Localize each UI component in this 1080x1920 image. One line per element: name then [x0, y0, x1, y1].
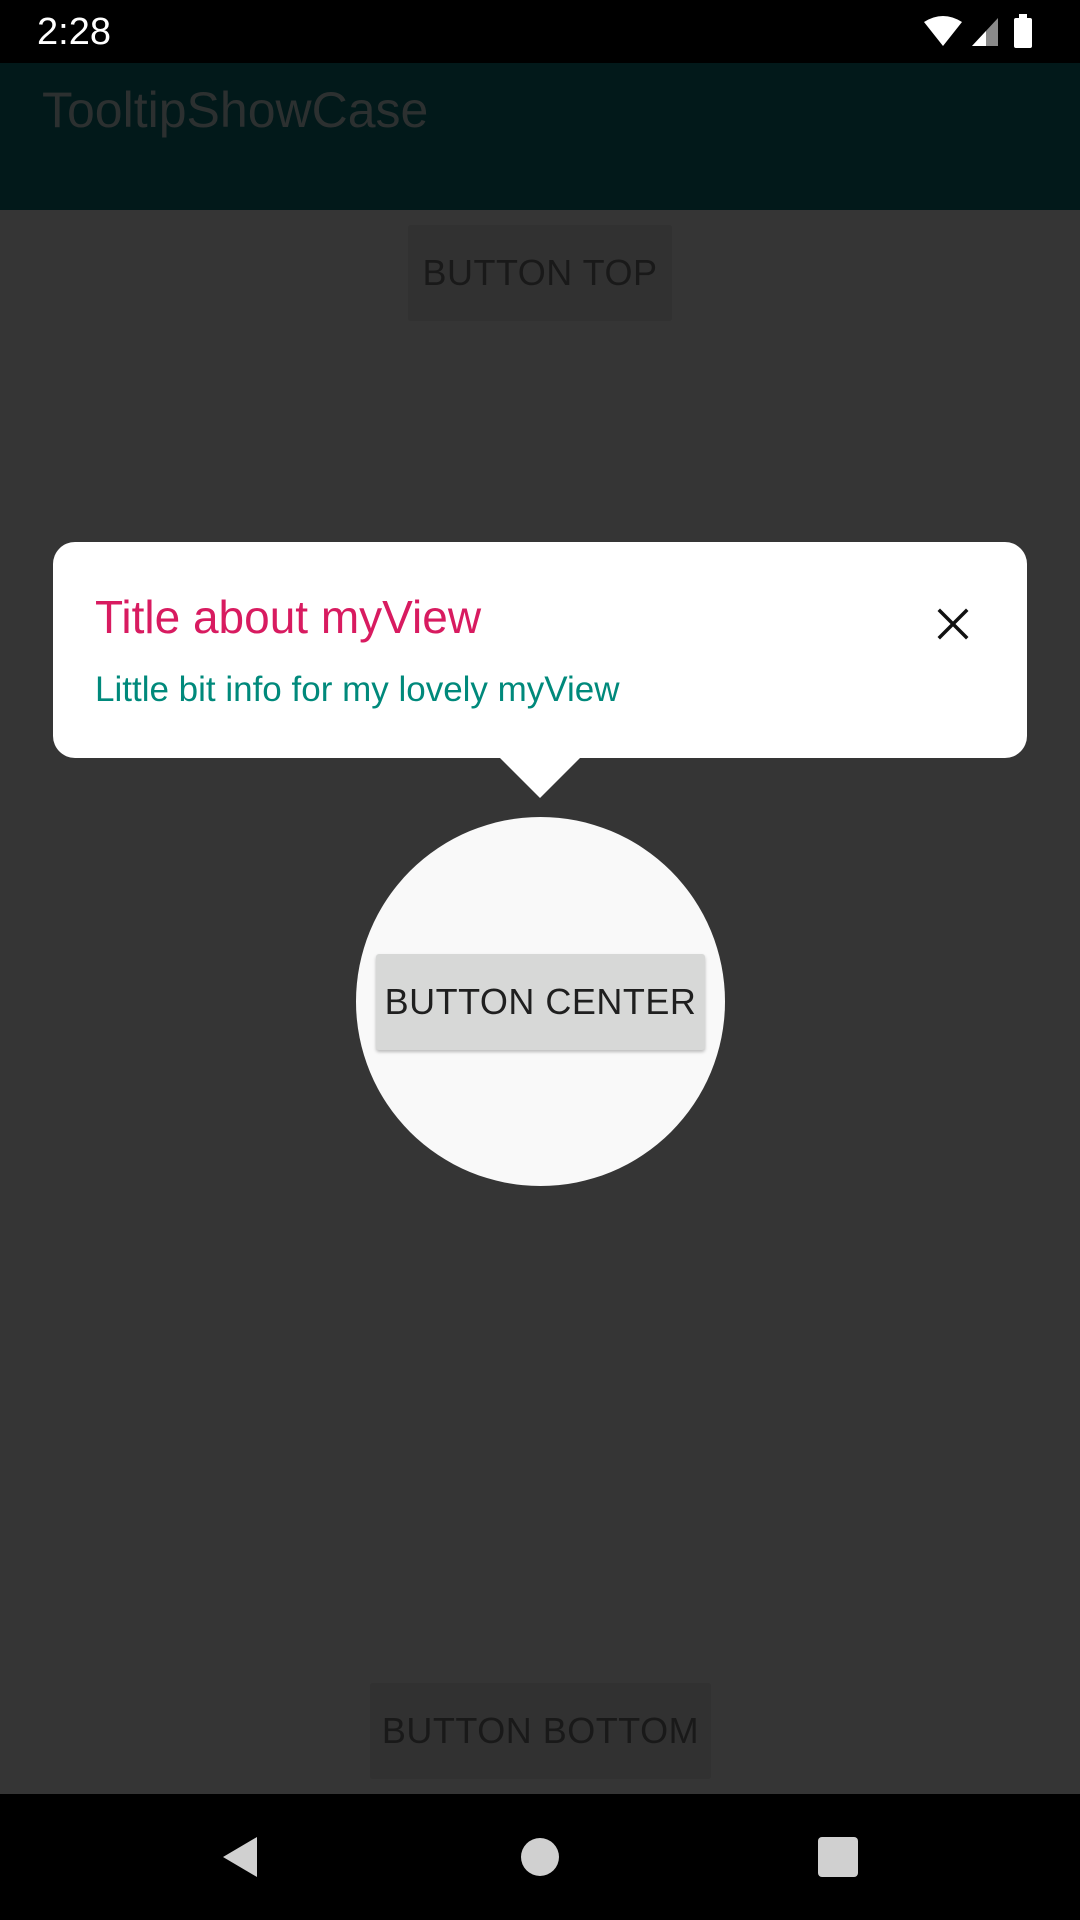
- nav-home-button[interactable]: [505, 1822, 575, 1892]
- status-time: 2:28: [37, 11, 111, 53]
- button-top[interactable]: BUTTON TOP: [408, 225, 672, 321]
- button-bottom[interactable]: BUTTON BOTTOM: [370, 1683, 711, 1779]
- nav-recents-button[interactable]: [803, 1822, 873, 1892]
- tooltip-close-button[interactable]: [923, 594, 983, 654]
- app-title: TooltipShowCase: [42, 82, 429, 138]
- nav-bar: [0, 1794, 1080, 1920]
- cell-signal-icon: [972, 18, 998, 46]
- status-icons: [924, 14, 1044, 50]
- tooltip-title: Title about myView: [95, 591, 482, 643]
- recents-icon: [818, 1837, 858, 1877]
- tooltip-card: Title about myView Little bit info for m…: [53, 542, 1027, 758]
- button-center[interactable]: BUTTON CENTER: [376, 954, 705, 1050]
- wifi-icon: [924, 16, 962, 46]
- battery-icon: [1014, 14, 1032, 48]
- back-icon: [223, 1837, 257, 1877]
- tooltip-arrow: [500, 758, 580, 798]
- status-bar: 2:28: [0, 0, 1080, 63]
- home-icon: [521, 1838, 559, 1876]
- tooltip-body: Little bit info for my lovely myView: [95, 670, 620, 709]
- nav-back-button[interactable]: [205, 1822, 275, 1892]
- close-icon: [937, 608, 969, 640]
